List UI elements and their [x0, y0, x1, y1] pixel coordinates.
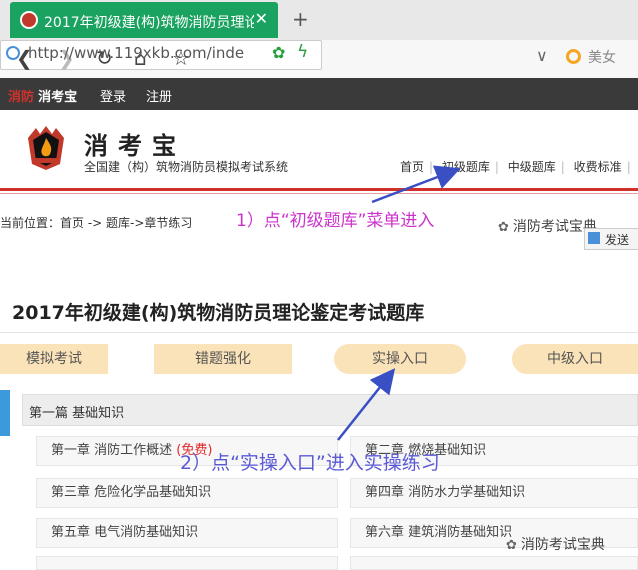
annotation-arrows	[337, 165, 461, 441]
arrow-to-practical-entry	[337, 368, 396, 441]
arrow-to-basic-bank	[371, 165, 461, 204]
